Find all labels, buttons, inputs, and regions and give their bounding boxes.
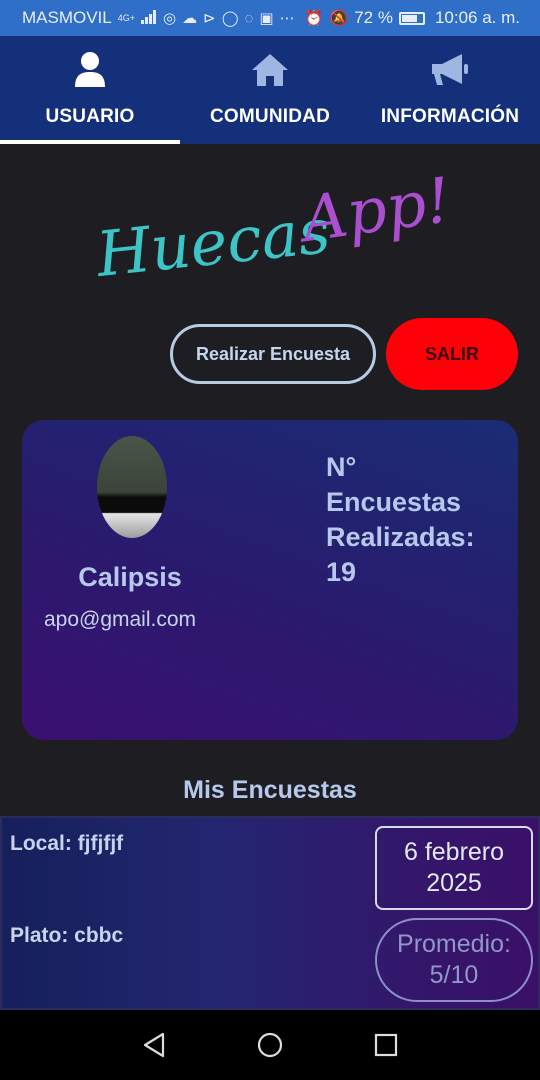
stats-line1: N°: [326, 452, 357, 482]
survey-local: Local: fjfjfjf: [10, 832, 124, 855]
survey-plato: Plato: cbbc: [10, 924, 124, 947]
survey-average-label: Promedio:: [397, 930, 511, 958]
sync-icon: ◌: [244, 9, 254, 27]
profile-card: Calipsis apo@gmail.com N° Encuestas Real…: [22, 420, 518, 740]
status-left: MASMOVIL 4G+ ◎ ☁ ⊳ ◯ ◌ ▣ ⋯: [22, 8, 295, 28]
clock: 10:06 a. m.: [434, 8, 520, 27]
tab-informacion-label: INFORMACIÓN: [380, 106, 520, 127]
survey-date-box: 6 febrero 2025: [375, 826, 533, 910]
carrier-label: MASMOVIL: [22, 8, 112, 27]
top-tab-bar: USUARIO COMUNIDAD INFORMACIÓN: [0, 36, 540, 144]
user-icon: [73, 50, 107, 90]
tab-usuario[interactable]: USUARIO: [0, 36, 180, 144]
linkedin-icon: ▣: [259, 9, 274, 27]
more-icon: ⋯: [279, 9, 295, 27]
network-type-label: 4G+: [117, 12, 136, 23]
survey-average-value: 5/10: [429, 961, 479, 989]
user-name: Calipsis: [78, 562, 182, 592]
system-navigation-bar: [0, 1010, 540, 1080]
signal-icon: [141, 9, 157, 27]
my-surveys-title: Mis Encuestas: [183, 776, 357, 804]
alarm-icon: ⏰: [304, 9, 324, 27]
cloud-icon: ☁: [182, 9, 198, 27]
huecasapp-logo: Huecas App!: [90, 158, 455, 291]
survey-card[interactable]: Local: fjfjfjf Plato: cbbc 6 febrero 202…: [0, 816, 540, 1010]
realizar-encuesta-button[interactable]: Realizar Encuesta: [170, 324, 376, 384]
surveys-count: 19: [326, 557, 357, 587]
whatsapp-icon: ◯: [221, 9, 239, 27]
battery-icon: [398, 11, 425, 25]
home-button-icon[interactable]: [253, 1028, 287, 1062]
megaphone-icon: [430, 50, 470, 90]
back-icon[interactable]: [137, 1028, 171, 1062]
home-icon: [250, 50, 290, 90]
tab-usuario-label: USUARIO: [45, 106, 135, 127]
salir-button[interactable]: SALIR: [386, 318, 518, 390]
tab-comunidad[interactable]: COMUNIDAD: [180, 36, 360, 144]
hotspot-icon: ◎: [163, 9, 177, 27]
tab-comunidad-label: COMUNIDAD: [209, 106, 330, 127]
stats-line2: Encuestas: [326, 487, 462, 517]
user-email: apo@gmail.com: [43, 608, 197, 631]
battery-percent: 72 %: [354, 8, 393, 27]
logo-part1: Huecas: [92, 194, 334, 278]
stats-line3: Realizadas:: [326, 522, 475, 552]
survey-date-year: 2025: [426, 869, 482, 897]
survey-date-day: 6 febrero: [403, 838, 505, 866]
tab-informacion[interactable]: INFORMACIÓN: [360, 36, 540, 144]
status-right: ⏰ 🔕 72 % 10:06 a. m.: [305, 8, 520, 28]
recents-icon[interactable]: [369, 1028, 403, 1062]
cast-icon: ⊳: [203, 9, 216, 27]
surveys-count-block: N° Encuestas Realizadas: 19: [326, 450, 506, 590]
avatar: [97, 436, 167, 538]
status-bar: MASMOVIL 4G+ ◎ ☁ ⊳ ◯ ◌ ▣ ⋯ ⏰ 🔕 72 % 10:0…: [0, 0, 540, 36]
mute-icon: 🔕: [329, 9, 349, 27]
survey-average-badge: Promedio: 5/10: [375, 918, 533, 1002]
logo-part2: App!: [293, 163, 450, 257]
